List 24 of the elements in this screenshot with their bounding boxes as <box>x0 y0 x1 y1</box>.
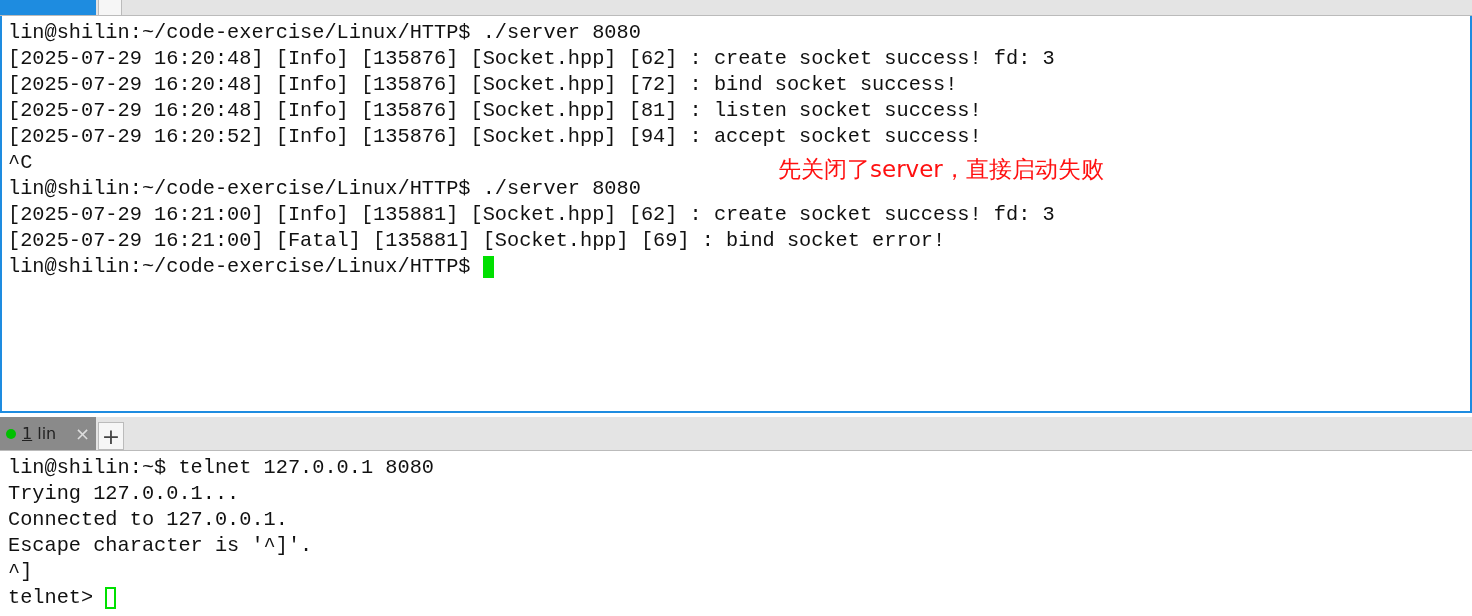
terminal-line: [2025-07-29 16:20:48] [Info] [135876] [Socket.hpp] [81] : listen socket success! <box>8 98 982 124</box>
terminal-line: Connected to 127.0.0.1. <box>8 507 288 533</box>
terminal-line: lin@shilin:~/code-exercise/Linux/HTTP$ <box>8 254 472 280</box>
close-icon[interactable]: × <box>74 423 90 444</box>
terminal-tab[interactable]: 1 lin × <box>0 417 96 450</box>
tab-label: lin <box>37 424 57 443</box>
terminal-line: [2025-07-29 16:21:00] [Fatal] [135881] [Socket.hpp] [69] : bind socket error! <box>8 228 946 254</box>
new-tab-button[interactable] <box>98 0 122 15</box>
terminal-line: ^] <box>8 559 33 585</box>
terminal-tab[interactable] <box>0 0 96 15</box>
terminal-line: ^C <box>8 150 33 176</box>
terminal-line: Escape character is '^]'. <box>8 533 313 559</box>
new-tab-button[interactable]: + <box>98 422 124 450</box>
terminal-line: lin@shilin:~/code-exercise/Linux/HTTP$ ./server 8080 <box>8 20 641 46</box>
terminal-line: [2025-07-29 16:20:48] [Info] [135876] [Socket.hpp] [62] : create socket success! fd: 3 <box>8 46 1055 72</box>
terminal-line: lin@shilin:~$ telnet 127.0.0.1 8080 <box>8 455 434 481</box>
terminal-line: telnet> <box>8 585 95 611</box>
terminal-line: [2025-07-29 16:20:48] [Info] [135876] [Socket.hpp] [72] : bind socket success! <box>8 72 958 98</box>
tab-index: 1 <box>22 424 33 443</box>
terminal-line: Trying 127.0.0.1... <box>8 481 240 507</box>
terminal-line: lin@shilin:~/code-exercise/Linux/HTTP$ ./server 8080 <box>8 176 641 202</box>
terminal-line: [2025-07-29 16:20:52] [Info] [135876] [Socket.hpp] [94] : accept socket success! <box>8 124 982 150</box>
terminal-line: [2025-07-29 16:21:00] [Info] [135881] [Socket.hpp] [62] : create socket success! fd: 3 <box>8 202 1055 228</box>
annotation: 先关闭了server，直接启动失败 <box>778 155 1104 184</box>
